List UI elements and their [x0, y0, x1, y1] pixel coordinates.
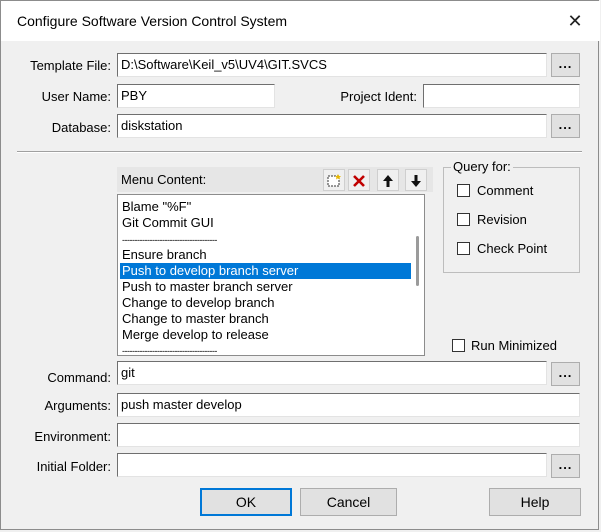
move-up-icon[interactable]: [377, 169, 399, 191]
template-file-label: Template File:: [30, 58, 111, 73]
run-minimized-checkbox[interactable]: [452, 339, 465, 352]
delete-icon[interactable]: [348, 169, 370, 191]
template-file-field[interactable]: D:\Software\Keil_v5\UV4\GIT.SVCS: [117, 53, 547, 77]
cancel-button[interactable]: Cancel: [300, 488, 397, 516]
list-item[interactable]: Merge develop to release: [122, 327, 410, 343]
list-item[interactable]: Push to master branch server: [122, 279, 410, 295]
command-label: Command:: [47, 370, 111, 385]
revision-label: Revision: [477, 212, 527, 227]
check-point-checkbox[interactable]: [457, 242, 470, 255]
arguments-field[interactable]: push master develop: [117, 393, 580, 417]
list-item-separator[interactable]: --------------------------------------: [122, 346, 410, 355]
close-icon[interactable]: ✕: [561, 7, 589, 35]
revision-checkbox[interactable]: [457, 213, 470, 226]
user-name-field[interactable]: PBY: [117, 84, 275, 108]
list-item-selected[interactable]: Push to develop branch server: [120, 263, 412, 279]
list-item[interactable]: Change to master branch: [122, 311, 410, 327]
list-item[interactable]: Git Commit GUI: [122, 215, 410, 231]
user-name-label: User Name:: [41, 89, 111, 104]
project-ident-label: Project Ident:: [340, 89, 417, 104]
run-minimized-label: Run Minimized: [471, 338, 557, 353]
project-ident-field[interactable]: [423, 84, 580, 108]
query-for-title: Query for:: [451, 159, 513, 174]
menu-content-label: Menu Content:: [121, 172, 207, 187]
template-file-browse-button[interactable]: ...: [551, 53, 580, 77]
environment-label: Environment:: [34, 429, 111, 444]
command-browse-button[interactable]: ...: [551, 362, 580, 386]
initial-folder-browse-button[interactable]: ...: [551, 454, 580, 478]
menu-content-list[interactable]: Blame "%F" Git Commit GUI --------------…: [117, 194, 425, 356]
command-field[interactable]: git: [117, 361, 547, 385]
new-item-icon[interactable]: [323, 169, 345, 191]
section-divider: [17, 151, 582, 153]
configure-svcs-dialog: Configure Software Version Control Syste…: [0, 0, 600, 530]
list-scrollbar-thumb[interactable]: [416, 236, 419, 286]
comment-label: Comment: [477, 183, 534, 198]
ok-button[interactable]: OK: [200, 488, 292, 516]
initial-folder-field[interactable]: [117, 453, 547, 477]
comment-checkbox[interactable]: [457, 184, 470, 197]
check-point-label: Check Point: [477, 241, 548, 256]
title-bar: Configure Software Version Control Syste…: [1, 1, 600, 41]
window-title: Configure Software Version Control Syste…: [17, 13, 288, 29]
list-item[interactable]: Ensure branch: [122, 247, 410, 263]
initial-folder-label: Initial Folder:: [36, 459, 111, 474]
help-button[interactable]: Help: [489, 488, 581, 516]
list-item[interactable]: Change to develop branch: [122, 295, 410, 311]
list-item[interactable]: Blame "%F": [122, 199, 410, 215]
environment-field[interactable]: [117, 423, 580, 447]
database-field[interactable]: diskstation: [117, 114, 547, 138]
arguments-label: Arguments:: [44, 398, 111, 413]
move-down-icon[interactable]: [405, 169, 427, 191]
database-browse-button[interactable]: ...: [551, 114, 580, 138]
database-label: Database:: [51, 120, 111, 135]
